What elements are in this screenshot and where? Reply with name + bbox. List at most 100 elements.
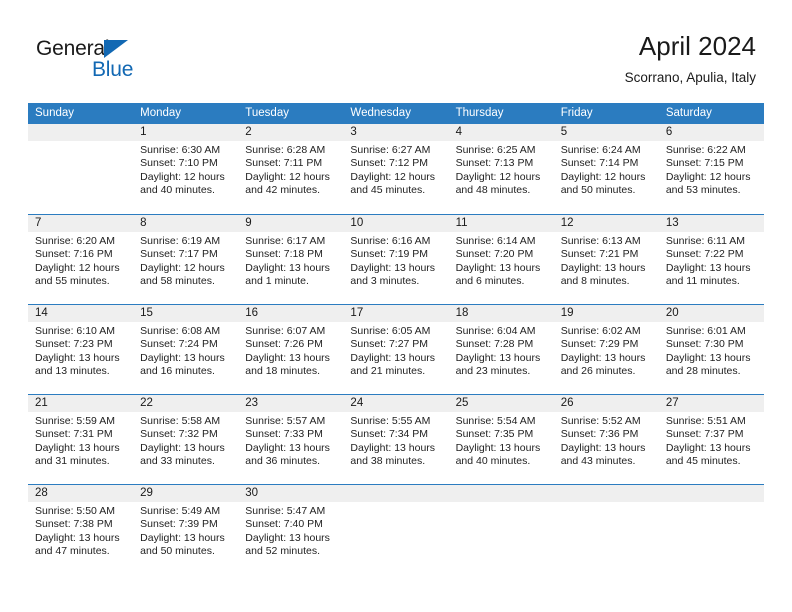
calendar-day-cell[interactable]: 3 Sunrise: 6:27 AM Sunset: 7:12 PM Daylight… [343, 124, 449, 214]
day-number: 22 [133, 395, 239, 412]
calendar-day-cell[interactable]: 19 Sunrise: 6:02 AM Sunset: 7:29 PM Dayligh… [553, 305, 659, 394]
calendar-page: General Blue April 2024 Scorrano, Apulia… [0, 0, 792, 612]
day-number: 28 [28, 485, 134, 502]
day-info: Sunrise: 5:57 AM Sunset: 7:33 PM Daylight:… [238, 412, 343, 469]
calendar-day-cell[interactable]: 14 Sunrise: 6:10 AM Sunset: 7:23 PM Dayligh… [28, 305, 134, 394]
sunset-text: Sunset: 7:16 PM [35, 248, 113, 261]
day-number: 15 [133, 305, 239, 322]
sunrise-text: Sunrise: 6:02 AM [560, 325, 641, 337]
day-number [553, 485, 659, 502]
calendar-day-cell[interactable]: 28 Sunrise: 5:50 AM Sunset: 7:38 PM Dayligh… [28, 485, 134, 574]
daylight-text: Daylight: 13 hours and 40 minutes. [455, 441, 541, 468]
calendar-day-cell[interactable]: 10 Sunrise: 6:16 AM Sunset: 7:19 PM Dayligh… [343, 215, 449, 304]
daylight-text: Daylight: 12 hours and 55 minutes. [35, 261, 120, 288]
sunrise-text: Sunrise: 5:54 AM [455, 415, 536, 427]
day-number: 4 [448, 124, 554, 141]
calendar-day-cell[interactable]: 2 Sunrise: 6:28 AM Sunset: 7:11 PM Daylight… [238, 124, 344, 214]
day-number: 29 [133, 485, 239, 502]
calendar-day-cell[interactable]: 6 Sunrise: 6:22 AM Sunset: 7:15 PM Daylight… [658, 124, 764, 214]
sunset-text: Sunset: 7:23 PM [35, 338, 113, 351]
calendar-day-cell[interactable]: 29 Sunrise: 5:49 AM Sunset: 7:39 PM Dayligh… [133, 485, 239, 574]
daylight-text: Daylight: 12 hours and 48 minutes. [455, 170, 541, 197]
sunset-text: Sunset: 7:39 PM [140, 518, 218, 531]
calendar-day-cell[interactable]: 7 Sunrise: 6:20 AM Sunset: 7:16 PM Daylight… [28, 215, 134, 304]
day-info: Sunrise: 6:25 AM Sunset: 7:13 PM Daylight:… [449, 141, 554, 198]
calendar-day-cell[interactable]: 27 Sunrise: 5:51 AM Sunset: 7:37 PM Dayligh… [658, 395, 764, 484]
daylight-text: Daylight: 12 hours and 42 minutes. [245, 170, 330, 197]
calendar-day-cell-empty [553, 485, 659, 574]
day-number: 5 [553, 124, 659, 141]
day-info: Sunrise: 6:08 AM Sunset: 7:24 PM Daylight:… [133, 322, 238, 379]
day-info: Sunrise: 6:24 AM Sunset: 7:14 PM Daylight:… [554, 141, 659, 198]
calendar-day-cell-empty [343, 485, 449, 574]
sunrise-text: Sunrise: 6:17 AM [245, 235, 326, 247]
sunset-text: Sunset: 7:24 PM [140, 338, 218, 351]
day-number: 21 [28, 395, 134, 412]
calendar-day-cell-empty [658, 485, 764, 574]
daylight-text: Daylight: 13 hours and 33 minutes. [140, 441, 225, 468]
day-number: 30 [238, 485, 344, 502]
sunset-text: Sunset: 7:34 PM [350, 428, 429, 441]
daylight-text: Daylight: 13 hours and 8 minutes. [560, 261, 646, 288]
calendar-day-cell[interactable]: 12 Sunrise: 6:13 AM Sunset: 7:21 PM Dayligh… [553, 215, 659, 304]
day-info: Sunrise: 5:47 AM Sunset: 7:40 PM Daylight:… [238, 502, 343, 559]
calendar-day-cell[interactable]: 15 Sunrise: 6:08 AM Sunset: 7:24 PM Dayligh… [133, 305, 239, 394]
day-info: Sunrise: 6:01 AM Sunset: 7:30 PM Daylight:… [659, 322, 764, 379]
sunrise-text: Sunrise: 6:27 AM [350, 144, 431, 156]
calendar-week-row: 7 Sunrise: 6:20 AM Sunset: 7:16 PM Daylight… [28, 214, 764, 304]
sunset-text: Sunset: 7:21 PM [560, 248, 639, 261]
sunset-text: Sunset: 7:28 PM [455, 338, 534, 351]
weekday-header-saturday: Saturday [665, 107, 712, 119]
weekday-header-monday: Monday [140, 107, 182, 119]
calendar-day-cell[interactable]: 1 Sunrise: 6:30 AM Sunset: 7:10 PM Daylight… [133, 124, 239, 214]
calendar-day-cell[interactable]: 30 Sunrise: 5:47 AM Sunset: 7:40 PM Dayligh… [238, 485, 344, 574]
day-number [343, 485, 449, 502]
daylight-text: Daylight: 13 hours and 52 minutes. [245, 531, 330, 558]
day-info [449, 502, 554, 505]
calendar-day-cell[interactable]: 17 Sunrise: 6:05 AM Sunset: 7:27 PM Dayligh… [343, 305, 449, 394]
calendar-day-cell[interactable]: 13 Sunrise: 6:11 AM Sunset: 7:22 PM Dayligh… [658, 215, 764, 304]
calendar-day-cell[interactable]: 8 Sunrise: 6:19 AM Sunset: 7:17 PM Daylight… [133, 215, 239, 304]
sunrise-text: Sunrise: 6:30 AM [140, 144, 221, 156]
calendar-day-cell[interactable]: 9 Sunrise: 6:17 AM Sunset: 7:18 PM Daylight… [238, 215, 344, 304]
sunset-text: Sunset: 7:30 PM [665, 338, 744, 351]
day-number: 17 [343, 305, 449, 322]
sunset-text: Sunset: 7:11 PM [245, 157, 323, 170]
page-subtitle: Scorrano, Apulia, Italy [624, 70, 756, 85]
weekday-header-sunday: Sunday [35, 107, 75, 119]
weekday-header-thursday: Thursday [455, 107, 504, 119]
day-info [343, 502, 448, 505]
daylight-text: Daylight: 13 hours and 26 minutes. [560, 351, 646, 378]
calendar-day-cell[interactable]: 23 Sunrise: 5:57 AM Sunset: 7:33 PM Dayligh… [238, 395, 344, 484]
calendar-day-cell[interactable]: 24 Sunrise: 5:55 AM Sunset: 7:34 PM Dayligh… [343, 395, 449, 484]
day-info: Sunrise: 6:07 AM Sunset: 7:26 PM Daylight:… [238, 322, 343, 379]
calendar-day-cell[interactable]: 22 Sunrise: 5:58 AM Sunset: 7:32 PM Dayligh… [133, 395, 239, 484]
sunset-text: Sunset: 7:18 PM [245, 248, 323, 261]
sunset-text: Sunset: 7:14 PM [560, 157, 639, 170]
calendar-day-cell[interactable]: 16 Sunrise: 6:07 AM Sunset: 7:26 PM Dayligh… [238, 305, 344, 394]
day-info: Sunrise: 6:28 AM Sunset: 7:11 PM Daylight:… [238, 141, 343, 198]
calendar-day-cell[interactable]: 25 Sunrise: 5:54 AM Sunset: 7:35 PM Dayligh… [448, 395, 554, 484]
daylight-text: Daylight: 12 hours and 58 minutes. [140, 261, 225, 288]
daylight-text: Daylight: 13 hours and 28 minutes. [665, 351, 751, 378]
calendar-day-cell[interactable]: 26 Sunrise: 5:52 AM Sunset: 7:36 PM Dayligh… [553, 395, 659, 484]
calendar-day-cell[interactable]: 11 Sunrise: 6:14 AM Sunset: 7:20 PM Dayligh… [448, 215, 554, 304]
day-info: Sunrise: 6:13 AM Sunset: 7:21 PM Daylight:… [554, 232, 659, 289]
calendar-day-cell[interactable]: 21 Sunrise: 5:59 AM Sunset: 7:31 PM Dayligh… [28, 395, 134, 484]
daylight-text: Daylight: 12 hours and 53 minutes. [665, 170, 751, 197]
sunset-text: Sunset: 7:22 PM [665, 248, 744, 261]
calendar-day-cell[interactable]: 18 Sunrise: 6:04 AM Sunset: 7:28 PM Dayligh… [448, 305, 554, 394]
sunset-text: Sunset: 7:10 PM [140, 157, 218, 170]
calendar-week-row: 1 Sunrise: 6:30 AM Sunset: 7:10 PM Daylight… [28, 124, 764, 214]
day-number: 12 [553, 215, 659, 232]
day-info: Sunrise: 6:19 AM Sunset: 7:17 PM Daylight:… [133, 232, 238, 289]
calendar-day-cell-empty [448, 485, 554, 574]
calendar-day-cell[interactable]: 4 Sunrise: 6:25 AM Sunset: 7:13 PM Daylight… [448, 124, 554, 214]
day-info: Sunrise: 6:30 AM Sunset: 7:10 PM Daylight:… [133, 141, 238, 198]
calendar-day-cell[interactable]: 5 Sunrise: 6:24 AM Sunset: 7:14 PM Daylight… [553, 124, 659, 214]
calendar-day-cell[interactable]: 20 Sunrise: 6:01 AM Sunset: 7:30 PM Dayligh… [658, 305, 764, 394]
sunrise-text: Sunrise: 5:47 AM [245, 505, 326, 517]
day-info: Sunrise: 5:58 AM Sunset: 7:32 PM Daylight:… [133, 412, 238, 469]
daylight-text: Daylight: 13 hours and 47 minutes. [35, 531, 120, 558]
day-number [658, 485, 764, 502]
